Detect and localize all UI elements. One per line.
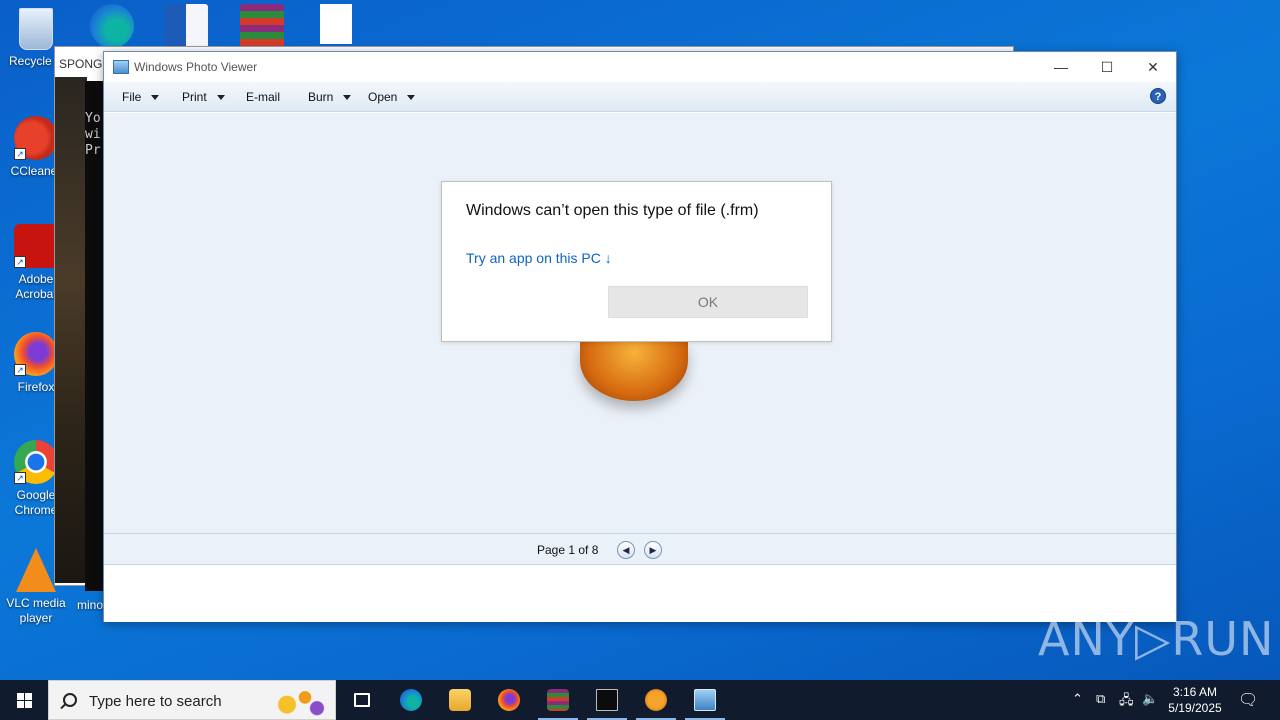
show-hidden-icons-chevron-icon[interactable]: ⌃: [1072, 691, 1083, 720]
photo-viewer-icon: [113, 60, 129, 74]
menu-label: Open: [368, 90, 398, 104]
winrar-icon: [547, 689, 569, 711]
taskbar-task-view[interactable]: [338, 680, 386, 720]
vlc-icon: [16, 548, 56, 592]
firefox-icon: [498, 689, 520, 711]
pumpkin-app-icon: [645, 689, 667, 711]
pumpkin-image: [580, 341, 688, 401]
windows-logo-icon: [25, 701, 32, 708]
navigation-bar: Page 1 of 8 ◀ ▶: [104, 533, 1176, 565]
desktop-icon-blank-file[interactable]: [300, 4, 372, 48]
toolbar-area: [104, 566, 1176, 622]
help-icon[interactable]: ?: [1150, 88, 1166, 104]
windows-logo-icon: [17, 693, 24, 700]
taskbar-photo-viewer[interactable]: [681, 680, 729, 720]
search-highlight-art: [269, 683, 329, 719]
error-dialog: Windows can’t open this type of file (.f…: [441, 181, 832, 342]
previous-page-button[interactable]: ◀: [617, 541, 635, 559]
search-placeholder: Type here to search: [89, 693, 222, 710]
network-icon[interactable]: 🖧: [1119, 691, 1134, 720]
menu-bar: File Print E-mail Burn Open ?: [104, 82, 1176, 112]
shortcut-arrow-icon: ↗: [14, 148, 26, 160]
ok-button[interactable]: OK: [608, 286, 808, 318]
photo-viewer-window[interactable]: Windows Photo Viewer — ☐ ✕ File Print E-…: [103, 51, 1177, 622]
blank-file-icon: [320, 4, 352, 44]
file-explorer-icon: [449, 689, 471, 711]
caret-down-icon: [216, 95, 225, 101]
notifications-icon[interactable]: 🗨: [1238, 690, 1258, 720]
window-title: Windows Photo Viewer: [134, 60, 258, 74]
menu-file[interactable]: File: [122, 90, 160, 104]
page-indicator: Page 1 of 8: [537, 543, 599, 557]
cmd-icon: [596, 689, 618, 711]
menu-email[interactable]: E-mail: [246, 90, 280, 104]
menu-burn[interactable]: Burn: [308, 90, 352, 104]
taskbar-edge[interactable]: [387, 680, 435, 720]
error-message: Windows can’t open this type of file (.f…: [466, 202, 759, 219]
menu-label: Print: [182, 90, 207, 104]
taskbar: Type here to search ⌃ ⧉ 🖧 🔈 3:16 AM 5/19…: [0, 680, 1280, 720]
taskbar-clock[interactable]: 3:16 AM 5/19/2025: [1160, 684, 1230, 716]
menu-label: File: [122, 90, 142, 104]
task-view-icon: [354, 693, 370, 707]
desktop-icon-label: VLC media player: [6, 596, 66, 625]
maximize-button[interactable]: ☐: [1084, 52, 1130, 82]
caret-down-icon: [343, 95, 352, 101]
menu-label: E-mail: [246, 90, 281, 104]
winrar-icon: [240, 4, 284, 48]
menu-label: Burn: [308, 90, 334, 104]
anyrun-watermark: ANY▷RUN: [1038, 612, 1275, 666]
desktop-icon-label: Adobe Acrobat: [15, 272, 57, 301]
edge-icon: [90, 4, 134, 48]
taskbar-winrar[interactable]: [534, 680, 582, 720]
title-bar[interactable]: Windows Photo Viewer — ☐ ✕: [104, 52, 1176, 82]
word-icon: [164, 4, 208, 48]
menu-print[interactable]: Print: [182, 90, 225, 104]
edge-icon: [400, 689, 422, 711]
try-app-link[interactable]: Try an app on this PC ↓: [466, 250, 612, 266]
caret-down-icon: [151, 95, 160, 101]
shortcut-arrow-icon: ↗: [14, 364, 26, 376]
start-button[interactable]: [0, 680, 48, 720]
next-page-button[interactable]: ▶: [644, 541, 662, 559]
taskbar-pumpkin-app[interactable]: [632, 680, 680, 720]
clock-time: 3:16 AM: [1172, 685, 1218, 699]
minimize-button[interactable]: —: [1038, 52, 1084, 82]
search-icon: [63, 693, 77, 707]
desktop-icon-edge[interactable]: [76, 4, 148, 52]
background-image-strip: [55, 77, 87, 583]
caret-down-icon: [407, 95, 416, 101]
photo-viewer-icon: [694, 689, 716, 711]
chrome-icon: ↗: [14, 440, 58, 484]
clock-date: 5/19/2025: [1168, 701, 1222, 715]
shortcut-arrow-icon: ↗: [14, 472, 26, 484]
shortcut-arrow-icon: ↗: [14, 256, 26, 268]
ccleaner-icon: ↗: [14, 116, 58, 160]
taskbar-search[interactable]: Type here to search: [48, 680, 336, 720]
windows-logo-icon: [25, 693, 32, 700]
menu-open[interactable]: Open: [368, 90, 416, 104]
desktop-icon-word[interactable]: [150, 4, 222, 52]
taskbar-firefox[interactable]: [485, 680, 533, 720]
close-button[interactable]: ✕: [1130, 52, 1176, 82]
firefox-icon: ↗: [14, 332, 58, 376]
desktop-icon-winrar[interactable]: [226, 4, 298, 52]
meet-now-icon[interactable]: ⧉: [1096, 691, 1105, 720]
volume-icon[interactable]: 🔈: [1142, 691, 1158, 720]
taskbar-cmd[interactable]: [583, 680, 631, 720]
windows-logo-icon: [17, 701, 24, 708]
acrobat-icon: ↗: [14, 224, 58, 268]
taskbar-file-explorer[interactable]: [436, 680, 484, 720]
recycle-bin-icon: [19, 8, 53, 50]
